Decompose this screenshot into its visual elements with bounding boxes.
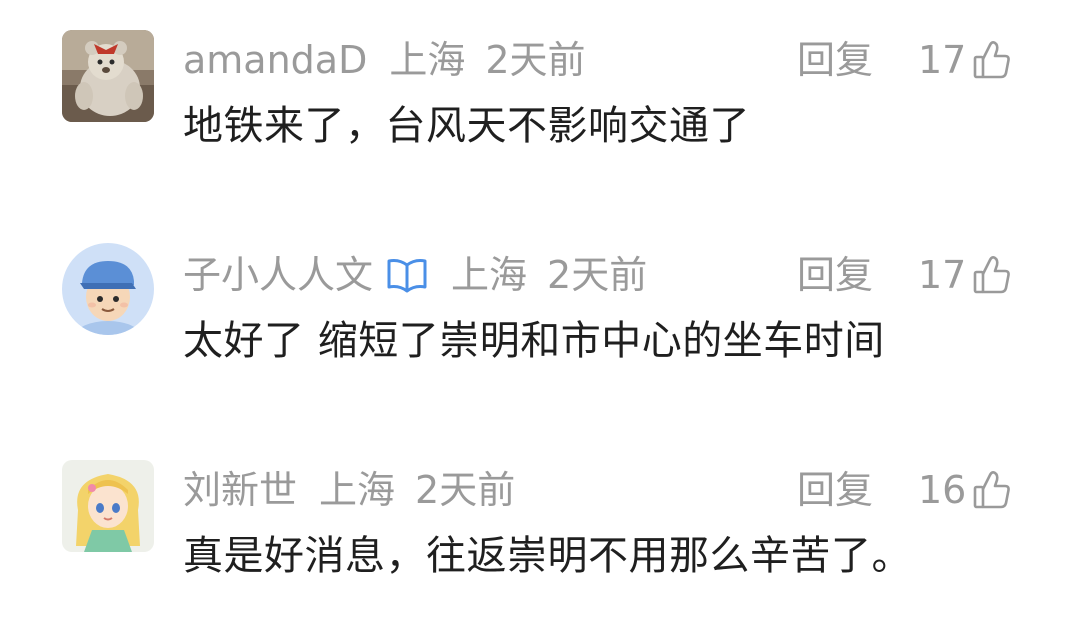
like-count: 17	[918, 38, 967, 82]
avatar[interactable]	[62, 243, 154, 335]
username[interactable]: amandaD	[183, 35, 367, 85]
comment-meta: 刘新世 上海 2天前	[183, 465, 515, 515]
like-button[interactable]: 16	[918, 465, 1012, 515]
like-button[interactable]: 17	[918, 250, 1012, 300]
comment-item: 刘新世 上海 2天前 回复 16 真是好消息，往返崇明不用那么辛苦了。	[0, 430, 1080, 630]
cartoon-boy-avatar-image	[62, 243, 154, 335]
reply-button[interactable]: 回复	[797, 250, 873, 300]
username[interactable]: 子小人人文	[183, 250, 373, 300]
avatar[interactable]	[62, 30, 154, 122]
location: 上海	[451, 253, 528, 297]
thumbs-up-icon[interactable]	[972, 39, 1012, 81]
location: 上海	[389, 38, 466, 82]
comment-item: amandaD 上海 2天前 回复 17 地铁来了，台风天不影响交通了	[0, 0, 1080, 200]
timestamp: 2天前	[547, 253, 648, 297]
teddy-bear-avatar-image	[62, 30, 154, 122]
username[interactable]: 刘新世	[183, 465, 297, 515]
comment-text: 太好了 缩短了崇明和市中心的坐车时间	[183, 318, 885, 364]
comment-text: 真是好消息，往返崇明不用那么辛苦了。	[183, 533, 912, 579]
like-button[interactable]: 17	[918, 35, 1012, 85]
location: 上海	[319, 468, 396, 512]
reply-button[interactable]: 回复	[797, 35, 873, 85]
verified-book-icon	[385, 255, 429, 295]
comment-meta: 子小人人文 上海 2天前	[183, 250, 647, 300]
like-count: 17	[918, 253, 967, 297]
timestamp: 2天前	[415, 468, 516, 512]
thumbs-up-icon[interactable]	[972, 469, 1012, 511]
comment-item: 子小人人文 上海 2天前 回复 17 太好了 缩短了崇明和市中心的坐车时间	[0, 215, 1080, 415]
like-count: 16	[918, 468, 967, 512]
avatar[interactable]	[62, 460, 154, 552]
cartoon-girl-avatar-image	[62, 460, 154, 552]
thumbs-up-icon[interactable]	[972, 254, 1012, 296]
comment-text: 地铁来了，台风天不影响交通了	[183, 103, 750, 149]
reply-button[interactable]: 回复	[797, 465, 873, 515]
comment-meta: amandaD 上海 2天前	[183, 35, 586, 85]
timestamp: 2天前	[485, 38, 586, 82]
